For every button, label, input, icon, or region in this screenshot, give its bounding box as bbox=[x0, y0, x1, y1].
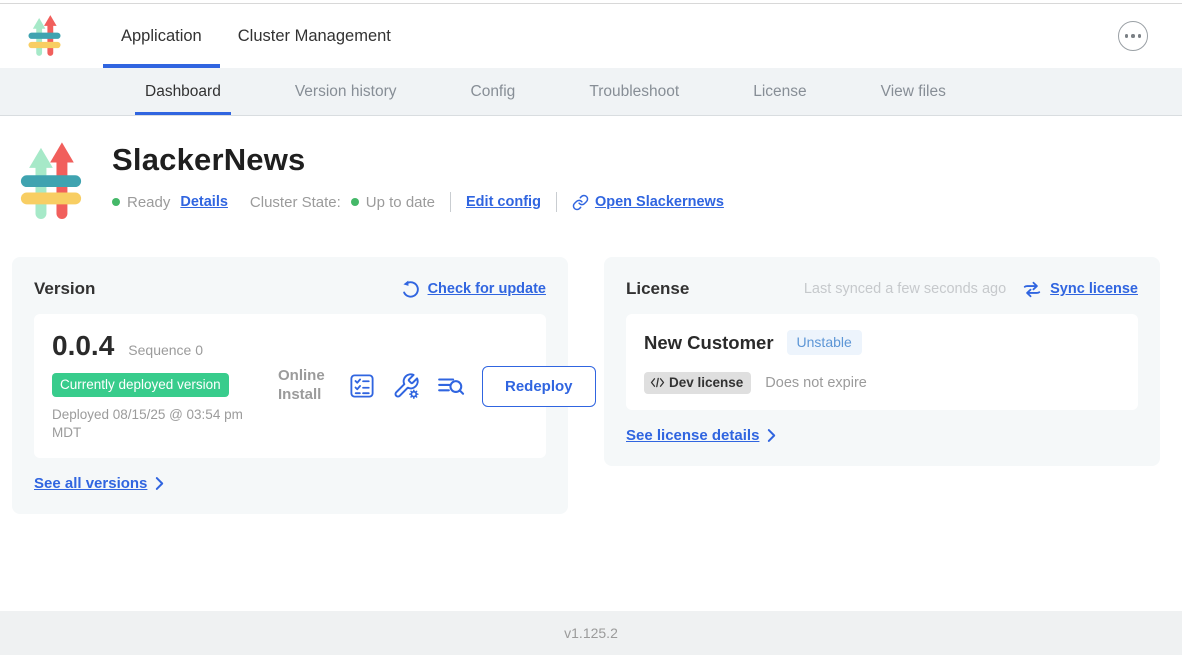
logs-search-icon[interactable] bbox=[437, 374, 465, 398]
app-identity-header: SlackerNews Ready Details Cluster State:… bbox=[20, 138, 1182, 225]
app-subnav: Dashboard Version history Config Trouble… bbox=[0, 68, 1182, 116]
chevron-right-icon bbox=[767, 428, 776, 443]
current-version-panel: 0.0.4 Sequence 0 Currently deployed vers… bbox=[34, 314, 546, 458]
subtab-dashboard[interactable]: Dashboard bbox=[135, 68, 231, 115]
sequence-label: Sequence 0 bbox=[128, 342, 203, 358]
last-synced-text: Last synced a few seconds ago bbox=[804, 281, 1006, 297]
tab-cluster-management[interactable]: Cluster Management bbox=[220, 4, 409, 68]
redeploy-button[interactable]: Redeploy bbox=[482, 366, 596, 407]
license-type-badge: Dev license bbox=[644, 372, 751, 394]
chain-link-icon bbox=[572, 194, 589, 211]
edit-config-link[interactable]: Edit config bbox=[466, 194, 541, 210]
license-card: License Last synced a few seconds ago Sy… bbox=[604, 257, 1160, 466]
chevron-right-icon bbox=[155, 476, 164, 491]
preflight-checklist-icon[interactable] bbox=[349, 373, 375, 399]
license-type-label: Dev license bbox=[669, 375, 743, 390]
wrench-gear-icon[interactable] bbox=[392, 372, 420, 400]
ellipsis-menu-icon[interactable] bbox=[1118, 21, 1148, 51]
install-type-label: Online Install bbox=[278, 367, 332, 405]
channel-badge: Unstable bbox=[787, 330, 862, 355]
app-status-row: Ready Details Cluster State: Up to date … bbox=[112, 192, 724, 212]
admin-console-page: Application Cluster Management Dashboard… bbox=[0, 0, 1182, 655]
subtab-troubleshoot[interactable]: Troubleshoot bbox=[579, 68, 689, 115]
check-for-update-link[interactable]: Check for update bbox=[428, 281, 546, 297]
details-link[interactable]: Details bbox=[180, 194, 228, 210]
divider bbox=[450, 192, 451, 212]
sync-arrows-icon bbox=[1022, 281, 1042, 298]
divider bbox=[556, 192, 557, 212]
version-card-title: Version bbox=[34, 279, 95, 299]
subtab-license[interactable]: License bbox=[743, 68, 816, 115]
see-license-details-link[interactable]: See license details bbox=[626, 427, 759, 444]
footer-bar: v1.125.2 bbox=[0, 611, 1182, 655]
refresh-icon bbox=[401, 280, 420, 299]
subtab-config[interactable]: Config bbox=[461, 68, 526, 115]
license-details-panel: New Customer Unstable bbox=[626, 314, 1138, 410]
license-card-title: License bbox=[626, 279, 689, 299]
app-status-text: Ready bbox=[127, 194, 170, 211]
header-right bbox=[1118, 4, 1182, 68]
sync-license-link[interactable]: Sync license bbox=[1050, 281, 1138, 297]
version-card: Version Check for update bbox=[12, 257, 568, 514]
subtab-version-history[interactable]: Version history bbox=[285, 68, 407, 115]
see-all-versions-link[interactable]: See all versions bbox=[34, 475, 147, 492]
customer-name: New Customer bbox=[644, 332, 774, 354]
cluster-state-value: Up to date bbox=[366, 194, 435, 211]
deployed-badge: Currently deployed version bbox=[52, 373, 229, 397]
console-version: v1.125.2 bbox=[564, 625, 618, 641]
page-title: SlackerNews bbox=[112, 142, 724, 178]
product-logo-icon bbox=[28, 14, 61, 59]
subtab-view-files[interactable]: View files bbox=[871, 68, 956, 115]
code-icon bbox=[650, 377, 665, 388]
hashtag-arrows-logo bbox=[20, 140, 82, 225]
deployed-timestamp: Deployed 08/15/25 @ 03:54 pm MDT bbox=[52, 406, 264, 442]
status-dot bbox=[112, 198, 120, 206]
cluster-status-dot bbox=[351, 198, 359, 206]
open-app-link[interactable]: Open Slackernews bbox=[595, 194, 724, 210]
cluster-state-label: Cluster State: bbox=[250, 194, 341, 211]
tab-application[interactable]: Application bbox=[103, 4, 220, 68]
main-content: SlackerNews Ready Details Cluster State:… bbox=[0, 116, 1182, 611]
expiry-text: Does not expire bbox=[765, 375, 867, 391]
version-number: 0.0.4 bbox=[52, 330, 114, 362]
app-header-bar: Application Cluster Management bbox=[0, 4, 1182, 68]
